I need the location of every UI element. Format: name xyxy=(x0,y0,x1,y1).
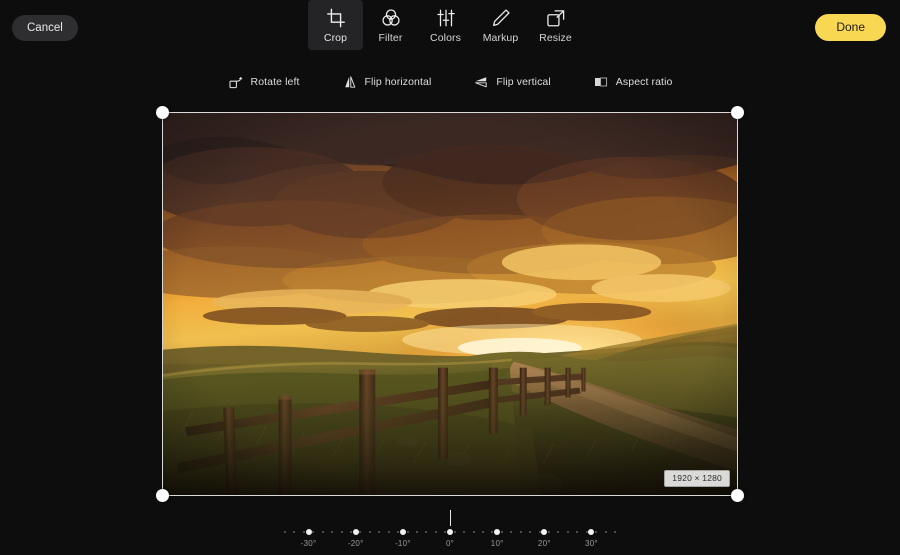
rotation-minor-tick xyxy=(548,531,550,533)
rotation-minor-tick xyxy=(566,531,569,533)
top-toolbar: Cancel Crop Filter Colors Markup Resize … xyxy=(0,0,900,57)
colors-icon xyxy=(435,7,457,29)
rotation-minor-tick xyxy=(519,531,522,533)
rotation-minor-tick xyxy=(614,531,616,533)
rotation-slider[interactable]: -30° -20° -10° 0° 10° 20° 30° xyxy=(0,508,900,555)
rotation-minor-tick xyxy=(387,531,390,533)
dimensions-badge: 1920 × 1280 xyxy=(664,470,730,487)
tab-colors-label: Colors xyxy=(430,32,461,44)
rotation-major-tick xyxy=(305,529,312,535)
rotation-major-tick xyxy=(399,529,406,535)
flip-horizontal-icon xyxy=(342,74,358,90)
rotation-minor-tick xyxy=(302,531,305,533)
tab-filter-label: Filter xyxy=(378,32,403,44)
rotation-minor-tick xyxy=(463,531,466,533)
rotation-minor-tick xyxy=(284,531,286,533)
rotation-needle xyxy=(450,510,451,526)
crop-handle-top-left[interactable] xyxy=(156,106,169,119)
rotation-minor-tick xyxy=(482,531,484,533)
aspect-ratio-icon xyxy=(593,74,609,90)
rotation-major-tick xyxy=(588,529,595,535)
rotation-minor-tick xyxy=(529,531,532,533)
image-editor-window: Cancel Crop Filter Colors Markup Resize … xyxy=(0,0,900,555)
editor-canvas: 1920 × 1280 xyxy=(0,96,900,506)
rotation-major-tick xyxy=(447,529,453,535)
rotation-tick-label: 0° xyxy=(445,539,455,548)
rotation-minor-tick xyxy=(538,531,541,533)
rotation-minor-tick xyxy=(359,531,362,533)
crop-icon xyxy=(325,7,347,29)
rotation-minor-tick xyxy=(595,531,598,533)
rotation-minor-tick xyxy=(472,531,475,533)
flip-vertical-button[interactable]: Flip vertical xyxy=(470,72,553,92)
rotation-minor-tick xyxy=(368,531,371,533)
crop-selection-frame[interactable]: 1920 × 1280 xyxy=(156,106,744,502)
crop-actions-toolbar: Rotate left Flip horizontal Flip vertica… xyxy=(0,70,900,94)
tab-crop-label: Crop xyxy=(323,32,348,44)
flip-horizontal-button[interactable]: Flip horizontal xyxy=(339,72,435,92)
rotation-minor-tick xyxy=(434,531,437,533)
rotation-major-tick xyxy=(494,529,501,535)
rotation-tick-label: 30° xyxy=(585,539,598,548)
tab-resize[interactable]: Resize xyxy=(528,0,583,50)
resize-icon xyxy=(545,7,567,29)
flip-vertical-label: Flip vertical xyxy=(496,76,551,88)
rotation-tick-label: -10° xyxy=(395,539,411,548)
rotation-minor-tick xyxy=(585,531,588,533)
photo-image[interactable] xyxy=(163,113,737,495)
aspect-ratio-label: Aspect ratio xyxy=(615,76,673,88)
rotation-tick-label: 10° xyxy=(490,539,504,548)
rotation-track[interactable] xyxy=(284,527,616,537)
rotation-minor-tick xyxy=(557,531,560,533)
rotation-major-tick xyxy=(541,529,548,535)
rotation-major-tick xyxy=(352,529,359,535)
tab-crop[interactable]: Crop xyxy=(308,0,363,50)
rotation-minor-tick xyxy=(406,531,409,533)
flip-vertical-icon xyxy=(473,74,489,90)
rotation-minor-tick xyxy=(340,531,343,533)
done-button[interactable]: Done xyxy=(815,14,886,41)
flip-horizontal-label: Flip horizontal xyxy=(364,76,432,88)
rotation-minor-tick xyxy=(397,531,400,533)
tab-markup[interactable]: Markup xyxy=(473,0,528,50)
rotation-minor-tick xyxy=(350,531,352,533)
rotation-minor-tick xyxy=(378,531,381,533)
rotation-minor-tick xyxy=(510,531,513,533)
tool-tabs: Crop Filter Colors Markup Resize xyxy=(308,0,583,50)
tab-filter[interactable]: Filter xyxy=(363,0,418,50)
rotation-tick-label: 20° xyxy=(537,539,551,548)
filter-icon xyxy=(380,7,402,29)
rotation-minor-tick xyxy=(416,531,418,533)
crop-handle-bottom-right[interactable] xyxy=(731,489,744,502)
rotate-left-label: Rotate left xyxy=(250,76,300,88)
rotation-tick-label: -30° xyxy=(300,539,317,548)
tab-colors[interactable]: Colors xyxy=(418,0,473,50)
rotation-tick-labels: -30° -20° -10° 0° 10° 20° 30° xyxy=(285,539,615,553)
rotation-minor-tick xyxy=(604,531,607,533)
rotation-minor-tick xyxy=(576,531,579,533)
rotation-minor-tick xyxy=(312,531,315,533)
tab-resize-label: Resize xyxy=(539,32,572,44)
crop-handle-top-right[interactable] xyxy=(731,106,744,119)
rotation-minor-tick xyxy=(331,531,334,533)
rotation-minor-tick xyxy=(500,531,503,533)
rotation-minor-tick xyxy=(293,531,296,533)
crop-handle-bottom-left[interactable] xyxy=(156,489,169,502)
rotation-minor-tick xyxy=(491,531,494,533)
rotation-minor-tick xyxy=(425,531,428,533)
cancel-button[interactable]: Cancel xyxy=(12,15,78,41)
rotation-minor-tick xyxy=(321,531,324,533)
rotation-tick-label: -20° xyxy=(347,539,364,548)
rotate-left-icon xyxy=(228,74,244,90)
tab-markup-label: Markup xyxy=(482,32,519,44)
rotate-left-button[interactable]: Rotate left xyxy=(225,72,303,92)
rotation-minor-tick xyxy=(444,531,447,533)
rotation-minor-tick xyxy=(453,531,456,533)
aspect-ratio-button[interactable]: Aspect ratio xyxy=(590,72,676,92)
markup-icon xyxy=(490,7,512,29)
